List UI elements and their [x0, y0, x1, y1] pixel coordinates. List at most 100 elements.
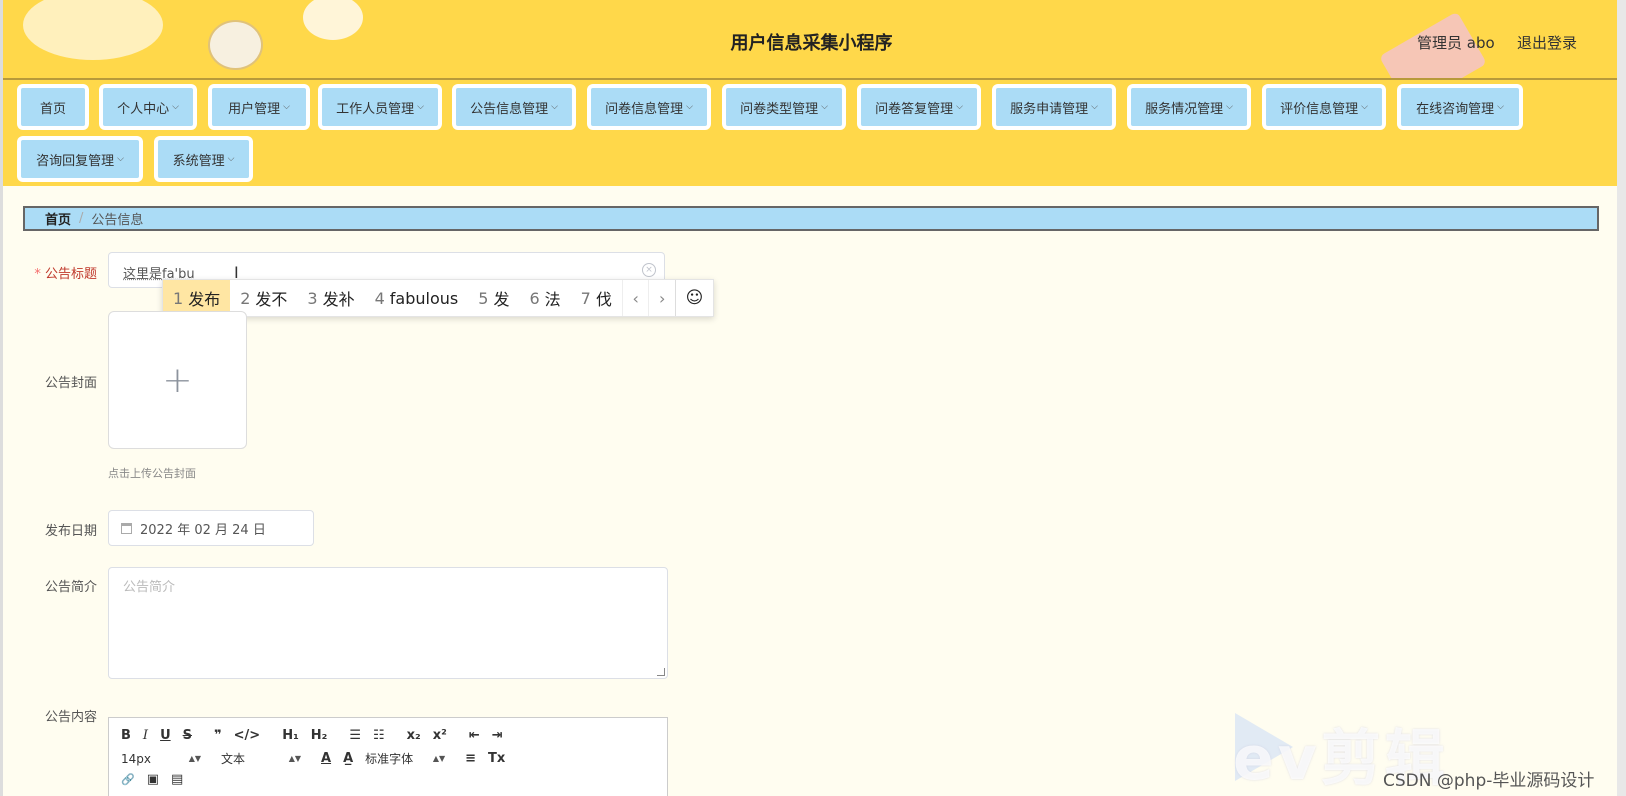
nav-item[interactable]: 首页 [17, 84, 89, 130]
header-select-value: 文本 [221, 752, 246, 766]
ime-candidate[interactable]: 5发 [468, 280, 519, 316]
nav-item-label: 评价信息管理 [1280, 101, 1359, 117]
strikethrough-icon[interactable]: S [183, 728, 192, 743]
nav-item-inner: 公告信息管理 ⌵ [456, 88, 572, 126]
app-viewport: 用户信息采集小程序 管理员 abo 退出登录 首页 个人中心 ⌵ 用户管理 ⌵ 工作人员管… [0, 0, 1617, 796]
nav-item[interactable]: 咨询回复管理 ⌵ [17, 136, 143, 182]
nav-item-inner: 问卷信息管理 ⌵ [591, 88, 707, 126]
nav-item[interactable]: 问卷信息管理 ⌵ [587, 84, 711, 130]
csdn-watermark: CSDN @php-毕业源码设计 [1383, 771, 1595, 791]
nav-item-label: 系统管理 [172, 153, 225, 169]
select-arrows-icon: ▲▼ [288, 754, 301, 763]
ime-candidate-text: 发补 [322, 290, 355, 309]
nav-item-inner: 服务申请管理 ⌵ [996, 88, 1112, 126]
ime-candidate[interactable]: 4 fabulous [365, 280, 469, 316]
ime-candidate-text: 伐 [595, 290, 612, 309]
font-size-select[interactable]: 14px ▲▼ [121, 752, 201, 766]
heading2-icon[interactable]: H₂ [311, 728, 328, 743]
link-icon[interactable]: 🔗 [121, 773, 135, 786]
header: 用户信息采集小程序 管理员 abo 退出登录 [3, 0, 1617, 80]
chevron-down-icon: ⌵ [1091, 102, 1098, 112]
outdent-icon[interactable]: ⇤ [469, 728, 480, 743]
italic-icon[interactable]: I [143, 728, 148, 743]
chevron-down-icon: ⌵ [551, 102, 558, 112]
ime-emoji-icon[interactable]: ☺ [675, 280, 713, 316]
ime-candidate-number: 5 [478, 288, 489, 308]
breadcrumb-home[interactable]: 首页 [45, 209, 71, 228]
nav-item-label: 服务情况管理 [1145, 101, 1224, 117]
nav-item-inner: 用户管理 ⌵ [212, 88, 306, 126]
chevron-down-icon: ⌵ [172, 102, 179, 112]
logout-link[interactable]: 退出登录 [1517, 32, 1577, 53]
content-label: 公告内容 [44, 710, 97, 725]
resize-handle-icon[interactable] [657, 668, 665, 676]
ime-prev-icon[interactable]: ‹ [621, 280, 649, 316]
nav-item-inner: 个人中心 ⌵ [103, 88, 193, 126]
nav-item[interactable]: 工作人员管理 ⌵ [318, 84, 442, 130]
clear-format-icon[interactable]: Tx [488, 751, 505, 766]
subscript-icon[interactable]: x₂ [407, 728, 421, 743]
title-label: * 公告标题 [17, 263, 97, 282]
ordered-list-icon[interactable]: ☰ [349, 728, 361, 743]
superscript-icon[interactable]: x² [433, 728, 447, 743]
cover-upload-button[interactable]: + [108, 311, 247, 449]
nav-item-label: 公告信息管理 [470, 101, 549, 117]
editor-toolbar-row: 🔗 ▣ ▤ [121, 772, 195, 787]
date-picker[interactable]: 2022 年 02 月 24 日 [108, 510, 314, 546]
ime-candidate-number: 7 [580, 288, 591, 308]
nav-item[interactable]: 在线咨询管理 ⌵ [1397, 84, 1523, 130]
editor-toolbar-row: B I U S ❞ </> H₁ H₂ ☰ ☷ x₂ x² ⇤ ⇥ [121, 728, 515, 743]
font-size-value: 14px [121, 751, 151, 766]
video-icon[interactable]: ▤ [171, 772, 183, 787]
nav-item[interactable]: 评价信息管理 ⌵ [1262, 84, 1386, 130]
ime-candidate-text: 发不 [255, 290, 288, 309]
nav-item[interactable]: 个人中心 ⌵ [99, 84, 197, 130]
font-color-icon[interactable]: A [321, 751, 331, 766]
admin-name: 管理员 abo [1417, 34, 1495, 52]
ime-candidate[interactable]: 3 发补 [297, 280, 364, 316]
header-select[interactable]: 文本 ▲▼ [221, 750, 301, 767]
ime-next-icon[interactable]: › [648, 280, 675, 316]
select-arrows-icon: ▲▼ [188, 754, 201, 763]
bullet-list-icon[interactable]: ☷ [373, 728, 385, 743]
chevron-down-icon: ⌵ [821, 102, 828, 112]
nav-item-inner: 首页 [21, 88, 85, 126]
nav-item[interactable]: 服务情况管理 ⌵ [1127, 84, 1251, 130]
align-icon[interactable]: ≡ [465, 751, 476, 766]
nav-item[interactable]: 服务申请管理 ⌵ [992, 84, 1116, 130]
ime-candidate-text: fabulous [389, 288, 459, 308]
bold-icon[interactable]: B [121, 728, 131, 743]
nav-item-inner: 在线咨询管理 ⌵ [1401, 88, 1519, 126]
underline-icon[interactable]: U [160, 728, 171, 743]
background-color-icon[interactable]: A̲ [343, 751, 353, 766]
ime-candidate[interactable]: 6法 [519, 280, 570, 316]
nav-item-label: 用户管理 [228, 101, 281, 117]
indent-icon[interactable]: ⇥ [492, 728, 503, 743]
heading1-icon[interactable]: H₁ [282, 728, 299, 743]
blockquote-icon[interactable]: ❞ [214, 728, 222, 743]
ime-candidate-number: 6 [529, 288, 540, 308]
nav-item-label: 问卷答复管理 [875, 101, 954, 117]
nav-item[interactable]: 公告信息管理 ⌵ [452, 84, 576, 130]
nav-item[interactable]: 用户管理 ⌵ [208, 84, 310, 130]
image-icon[interactable]: ▣ [147, 772, 159, 787]
chevron-down-icon: ⌵ [956, 102, 963, 112]
ime-candidate-number: 1 [173, 288, 184, 308]
clear-icon[interactable]: × [642, 263, 656, 277]
code-block-icon[interactable]: </> [234, 728, 261, 743]
nav-item[interactable]: 问卷答复管理 ⌵ [857, 84, 981, 130]
ime-candidate[interactable]: 7伐 [571, 280, 622, 316]
nav-item[interactable]: 系统管理 ⌵ [154, 136, 253, 182]
nav-item-inner: 问卷答复管理 ⌵ [861, 88, 977, 126]
nav-item-label: 咨询回复管理 [36, 153, 115, 169]
breadcrumb-separator: / [79, 211, 84, 226]
chevron-down-icon: ⌵ [1497, 102, 1504, 112]
font-family-select[interactable]: 标准字体 ▲▼ [365, 750, 445, 767]
required-mark: * [34, 267, 41, 282]
ime-candidate-number: 4 [374, 288, 385, 308]
rich-text-editor[interactable]: B I U S ❞ </> H₁ H₂ ☰ ☷ x₂ x² ⇤ ⇥ 14px ▲▼ 文本 ▲▼ A A̲ 标准… [108, 717, 668, 796]
nav-item-inner: 咨询回复管理 ⌵ [21, 140, 139, 178]
intro-textarea[interactable]: 公告简介 [108, 567, 668, 679]
nav-item[interactable]: 问卷类型管理 ⌵ [722, 84, 846, 130]
cover-label: 公告封面 [44, 376, 97, 391]
